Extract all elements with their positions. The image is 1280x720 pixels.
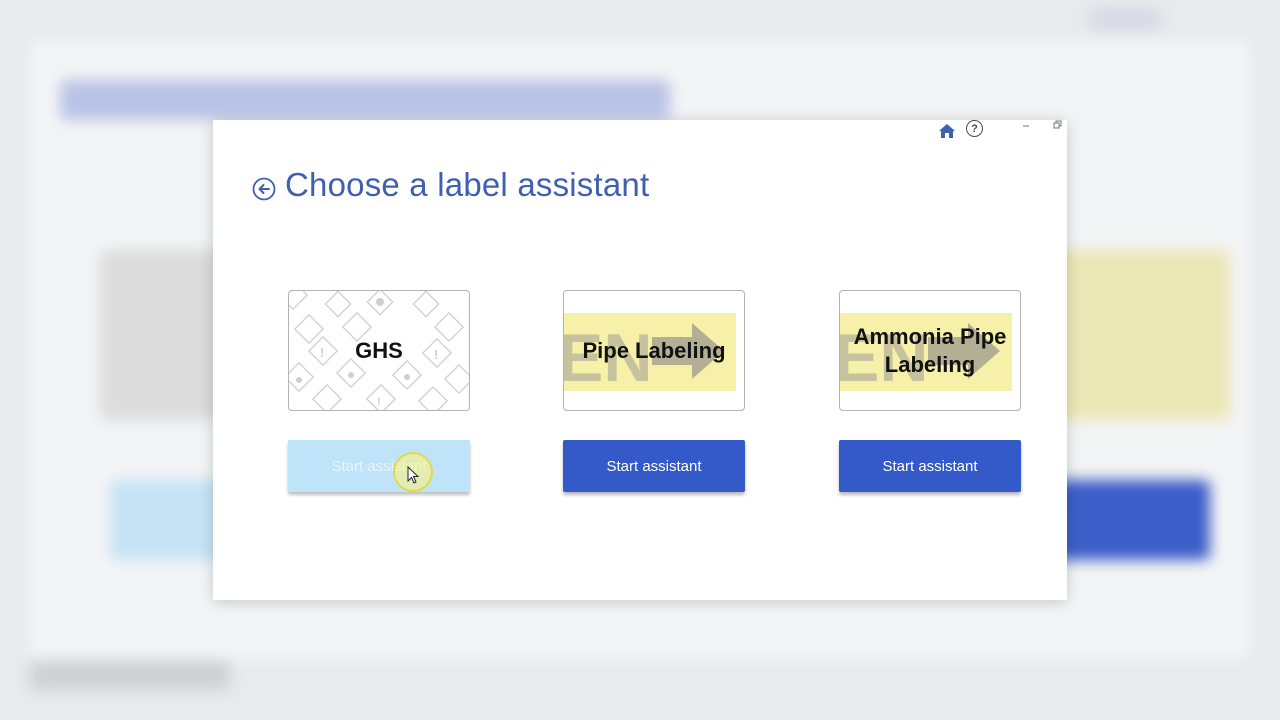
ghs-card-label: GHS — [355, 337, 403, 363]
pipe-labeling-card-label: Pipe Labeling — [582, 337, 726, 363]
help-icon[interactable]: ? — [966, 120, 983, 137]
ghs-card[interactable]: ! ! ! GHS — [288, 290, 470, 411]
minimize-icon[interactable] — [1021, 120, 1031, 130]
start-assistant-button-ammonia-pipe-labeling[interactable]: Start assistant — [839, 440, 1021, 492]
ammonia-pipe-labeling-card[interactable]: EN Ammonia Pipe Labeling — [839, 290, 1021, 411]
home-icon[interactable] — [938, 123, 956, 139]
start-assistant-button-pipe-labeling[interactable]: Start assistant — [563, 440, 745, 492]
back-arrow-icon[interactable] — [252, 177, 276, 201]
pipe-labeling-card[interactable]: EN Pipe Labeling — [563, 290, 745, 411]
ammonia-pipe-labeling-card-label: Ammonia Pipe Labeling — [853, 323, 1007, 377]
start-assistant-button-ghs[interactable]: Start assistant — [288, 440, 470, 492]
label-assistant-dialog: ? Choose a label assistant ! ! ! GHS EN … — [213, 120, 1067, 600]
page-title: Choose a label assistant — [285, 166, 650, 203]
restore-icon[interactable] — [1053, 120, 1063, 130]
